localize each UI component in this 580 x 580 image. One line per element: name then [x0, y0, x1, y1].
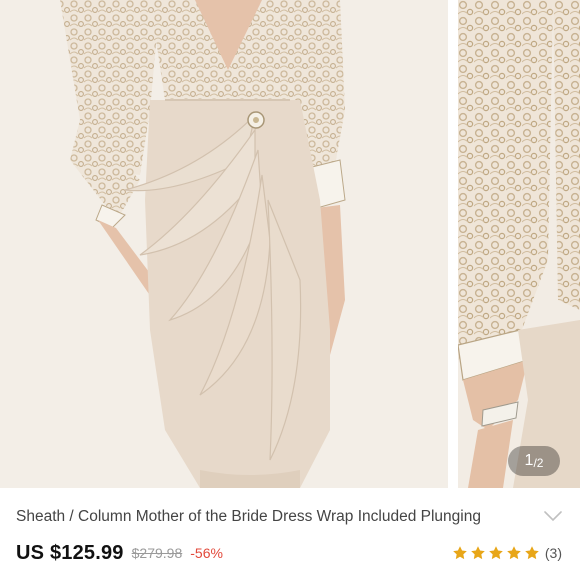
- product-image-gallery[interactable]: 1 / 2: [0, 0, 580, 488]
- sleeve-illustration: [458, 0, 580, 488]
- dress-illustration: [0, 0, 448, 488]
- product-title-row[interactable]: Sheath / Column Mother of the Bride Dres…: [0, 500, 580, 534]
- discount-badge: -56%: [190, 545, 223, 561]
- product-photo-main[interactable]: [0, 0, 448, 488]
- star-icon: [471, 546, 485, 560]
- product-photo-next[interactable]: [458, 0, 580, 488]
- original-price: $279.98: [131, 545, 183, 561]
- image-counter-total: 2: [536, 455, 544, 470]
- star-icon: [507, 546, 521, 560]
- star-icon: [489, 546, 503, 560]
- chevron-down-icon[interactable]: [544, 510, 562, 522]
- image-counter: 1 / 2: [508, 446, 560, 476]
- current-price: US $125.99: [16, 541, 124, 564]
- review-count[interactable]: (3): [545, 545, 562, 561]
- rating-summary[interactable]: (3): [450, 545, 562, 561]
- star-icon: [453, 546, 467, 560]
- product-title: Sheath / Column Mother of the Bride Dres…: [16, 508, 481, 525]
- image-counter-current: 1: [524, 452, 534, 469]
- star-icon: [525, 546, 539, 560]
